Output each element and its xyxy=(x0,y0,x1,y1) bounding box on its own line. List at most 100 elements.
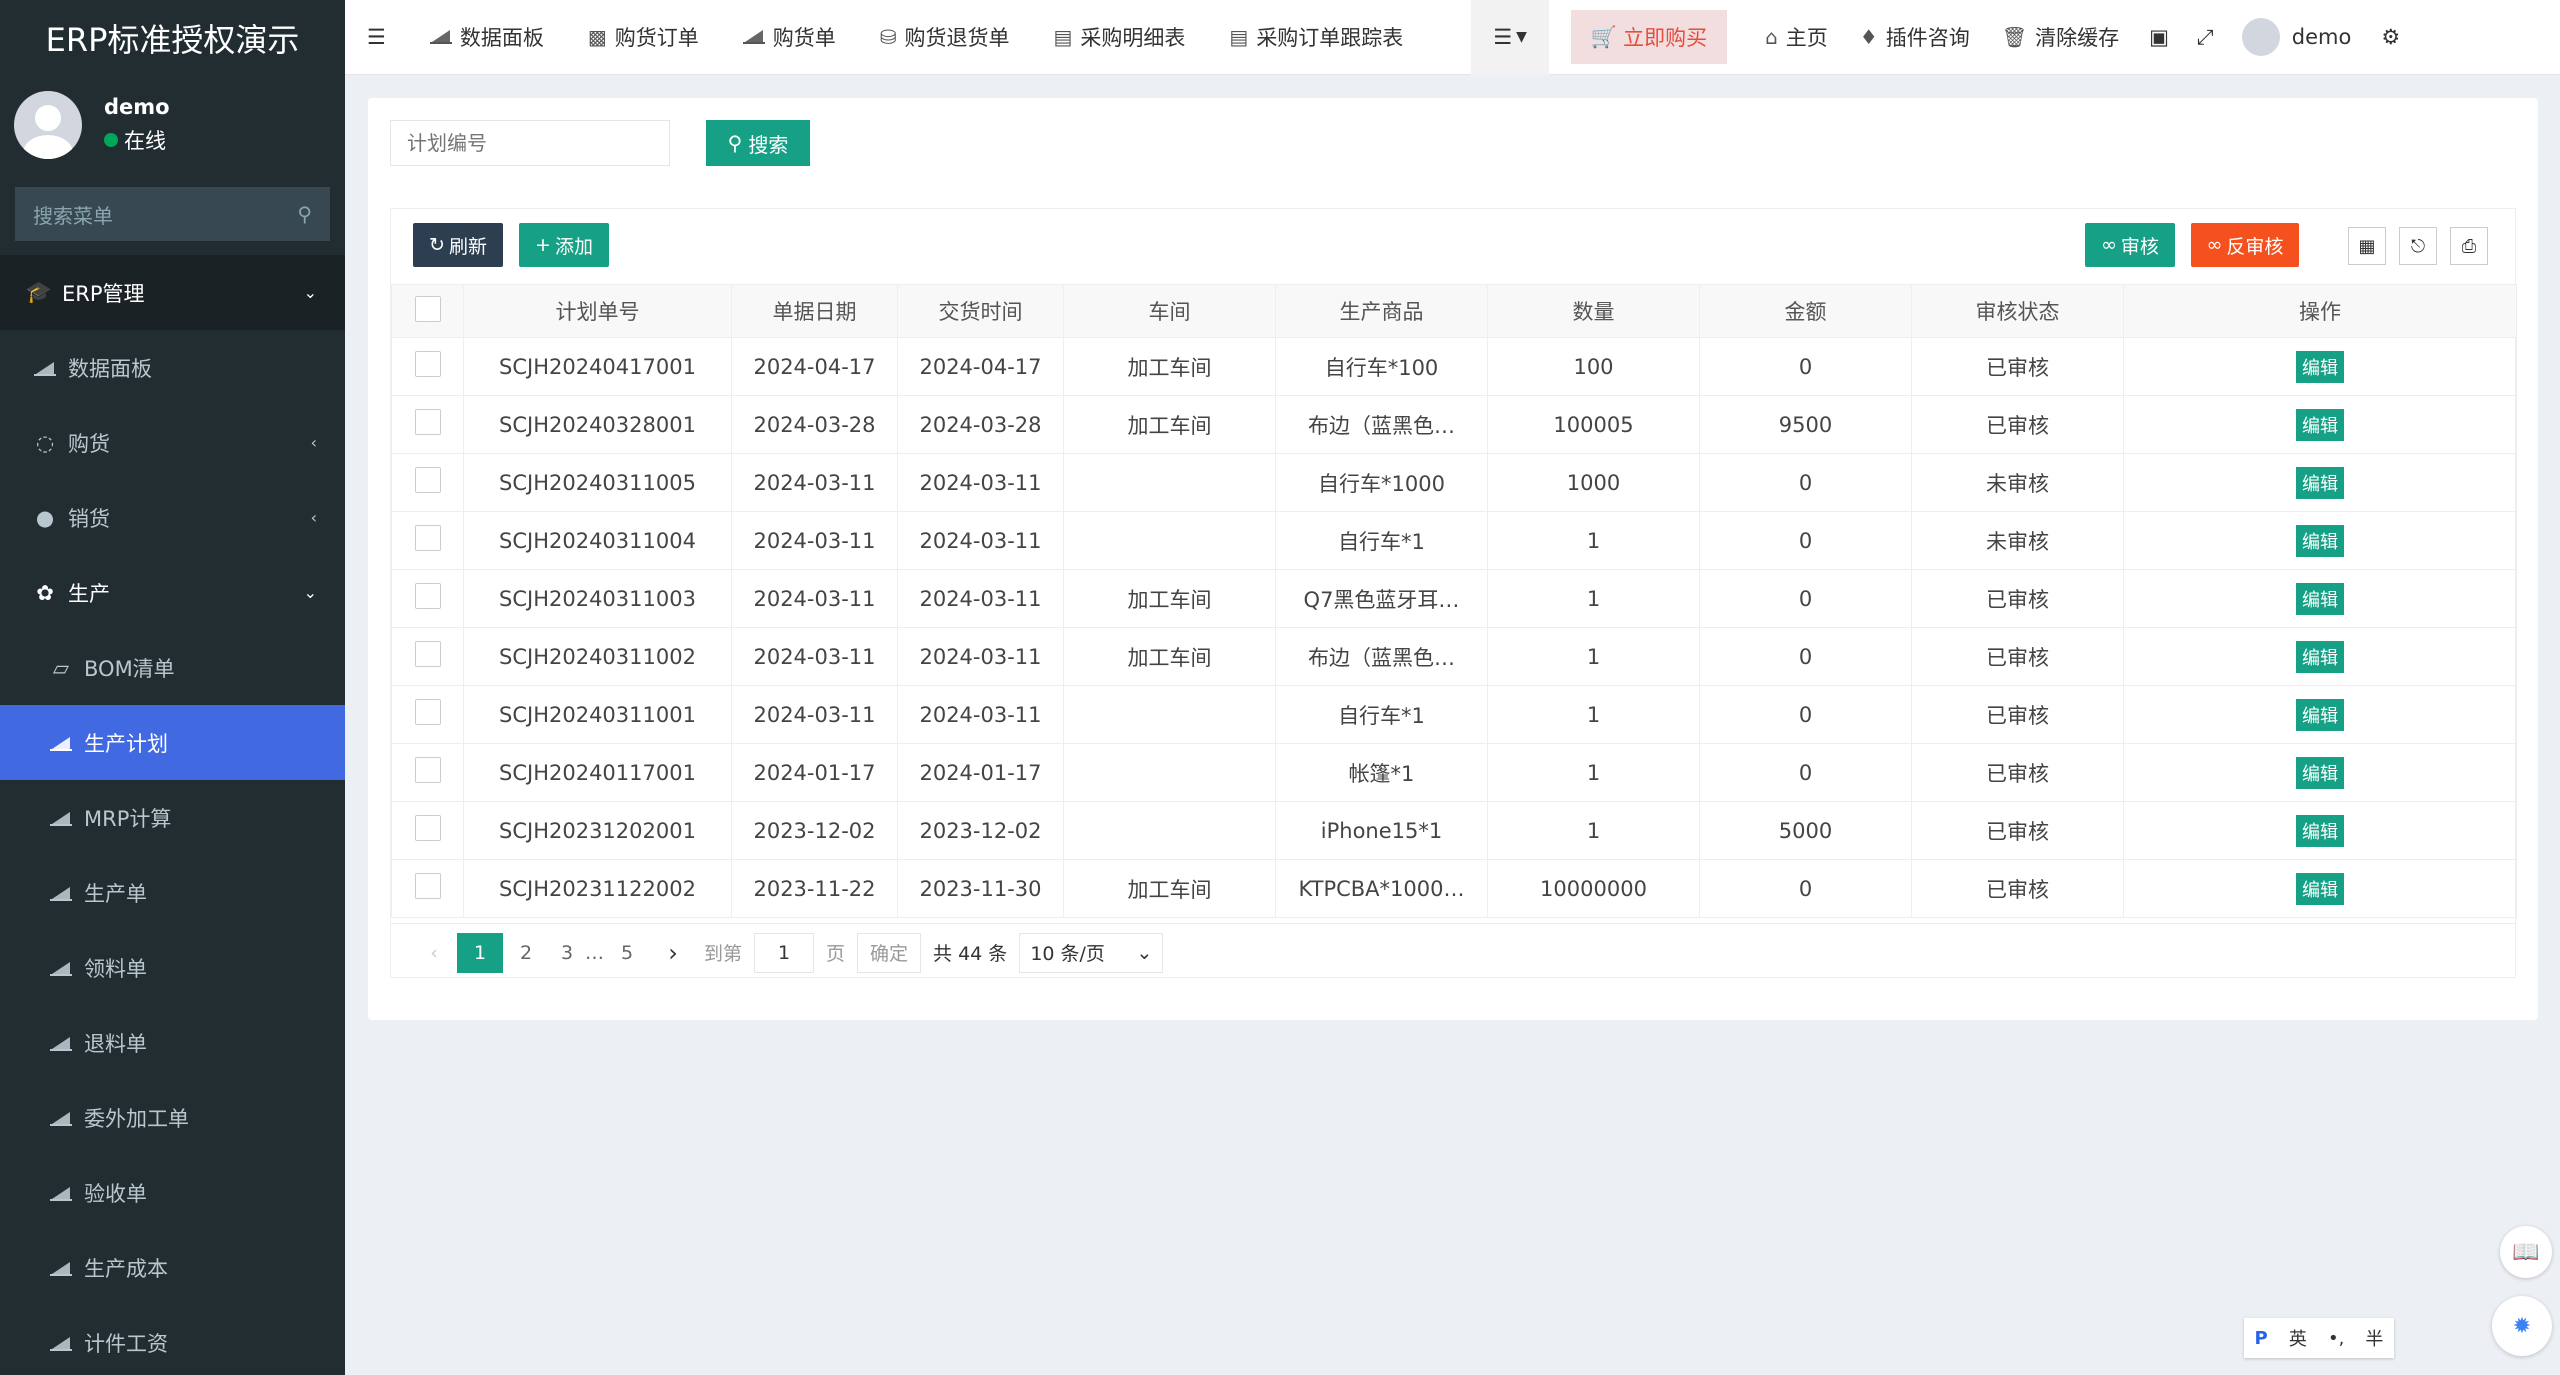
sidebar-item-production-order[interactable]: 生产单 xyxy=(0,855,345,930)
row-checkbox[interactable] xyxy=(414,525,441,551)
ime-punct[interactable]: •, xyxy=(2328,1328,2344,1349)
goto-page-input[interactable]: 1 xyxy=(754,932,815,973)
ai-assistant-button[interactable]: ✹ xyxy=(2492,1296,2552,1356)
next-page-icon[interactable]: › xyxy=(650,933,696,973)
edit-button[interactable]: 编辑 xyxy=(2296,814,2344,847)
sidebar-item-piece-wage[interactable]: 计件工资 xyxy=(0,1305,345,1375)
sidebar-item-outsourcing[interactable]: 委外加工单 xyxy=(0,1080,345,1155)
page-1[interactable]: 1 xyxy=(457,932,503,973)
menu-icon[interactable]: ☰ xyxy=(367,25,386,49)
table-row[interactable]: SCJH20240311005 2024-03-11 2024-03-11 自行车*1… xyxy=(391,453,2517,512)
row-checkbox[interactable] xyxy=(414,757,441,783)
tabs-dropdown-button[interactable]: ☰ ▼ xyxy=(1471,0,1549,75)
tab-dashboard[interactable]: 数据面板 xyxy=(408,0,566,75)
page-3[interactable]: 3 xyxy=(549,933,585,973)
menu-search-input[interactable]: 搜索菜单 ⚲ xyxy=(15,187,330,241)
clear-cache-link[interactable]: 🗑 清除缓存 xyxy=(1986,0,2135,75)
select-all-checkbox[interactable] xyxy=(414,295,441,322)
page-size-select[interactable]: 10 条/页 ⌄ xyxy=(1019,932,1164,973)
settings-button[interactable]: ⚙ xyxy=(2365,0,2416,75)
sidebar-toggle-button[interactable]: ☰ xyxy=(345,0,408,75)
search-icon[interactable]: ⚲ xyxy=(297,202,312,226)
sidebar-item-production-cost[interactable]: 生产成本 xyxy=(0,1230,345,1305)
row-checkbox[interactable] xyxy=(414,351,441,377)
table-row[interactable]: SCJH20240417001 2024-04-17 2024-04-17 加工车间自… xyxy=(391,337,2517,396)
apple-icon: ● xyxy=(35,505,55,530)
refresh-button[interactable]: ↻ 刷新 xyxy=(413,223,503,267)
row-checkbox[interactable] xyxy=(414,873,441,899)
row-checkbox[interactable] xyxy=(414,699,441,725)
print-button[interactable]: ⎙ xyxy=(2450,227,2488,265)
add-button[interactable]: + 添加 xyxy=(519,223,609,267)
sidebar-item-bom[interactable]: ▱ BOM清单 xyxy=(0,630,345,705)
table-row[interactable]: SCJH20240311004 2024-03-11 2024-03-11 自行车*1… xyxy=(391,511,2517,570)
sidebar-item-return-material[interactable]: 退料单 xyxy=(0,1005,345,1080)
col-workshop[interactable]: 车间 xyxy=(1063,284,1276,338)
row-checkbox[interactable] xyxy=(414,815,441,841)
search-button[interactable]: ⚲ 搜索 xyxy=(706,120,810,166)
col-amount[interactable]: 金额 xyxy=(1699,284,1912,338)
table-row[interactable]: SCJH20231122002 2023-11-22 2023-11-30 加工车间 K… xyxy=(391,859,2517,918)
table-row[interactable]: SCJH20240311002 2024-03-11 2024-03-11 加工车间布… xyxy=(391,627,2517,686)
edit-button[interactable]: 编辑 xyxy=(2296,466,2344,499)
col-plan-no[interactable]: 计划单号 xyxy=(463,284,732,338)
export-button[interactable]: ⎋ xyxy=(2399,227,2437,265)
edit-button[interactable]: 编辑 xyxy=(2296,756,2344,789)
tab-purchase-return[interactable]: ⛁ 购货退货单 xyxy=(858,0,1032,75)
sidebar-item-mrp[interactable]: MRP计算 xyxy=(0,780,345,855)
prev-page-icon[interactable]: ‹ xyxy=(411,933,457,973)
sidebar-item-picking[interactable]: 领料单 xyxy=(0,930,345,1005)
ime-width[interactable]: 半 xyxy=(2365,1325,2383,1351)
tab-purchase-order[interactable]: ▩ 购货订单 xyxy=(566,0,721,75)
table-row[interactable]: SCJH20240311001 2024-03-11 2024-03-11 自行车*1… xyxy=(391,685,2517,744)
table-row[interactable]: SCJH20240328001 2024-03-28 2024-03-28 加工车间布… xyxy=(391,395,2517,454)
buy-now-button[interactable]: 🛒 立即购买 xyxy=(1570,10,1728,64)
col-doc-date[interactable]: 单据日期 xyxy=(731,284,898,338)
edit-button[interactable]: 编辑 xyxy=(2296,408,2344,441)
manual-button[interactable]: 📖 xyxy=(2500,1226,2552,1278)
row-checkbox[interactable] xyxy=(414,409,441,435)
edit-button[interactable]: 编辑 xyxy=(2296,872,2344,905)
sidebar-item-production-plan[interactable]: 生产计划 xyxy=(0,705,345,780)
row-checkbox[interactable] xyxy=(414,641,441,667)
edit-button[interactable]: 编辑 xyxy=(2296,698,2344,731)
edit-button[interactable]: 编辑 xyxy=(2296,640,2344,673)
page-2[interactable]: 2 xyxy=(503,933,549,973)
tab-purchase-tracking[interactable]: ▤ 采购订单跟踪表 xyxy=(1207,0,1425,75)
edit-button[interactable]: 编辑 xyxy=(2296,524,2344,557)
row-checkbox[interactable] xyxy=(414,583,441,609)
table-row[interactable]: SCJH20240311003 2024-03-11 2024-03-11 加工车间 Q… xyxy=(391,569,2517,628)
sidebar-item-acceptance[interactable]: 验收单 xyxy=(0,1155,345,1230)
edit-button[interactable]: 编辑 xyxy=(2296,350,2344,383)
sidebar-item-erp[interactable]: 🎓 ERP管理 ⌄ xyxy=(0,255,345,330)
language-button[interactable]: ▣ xyxy=(2135,0,2183,75)
edit-button[interactable]: 编辑 xyxy=(2296,582,2344,615)
col-audit-status[interactable]: 审核状态 xyxy=(1911,284,2124,338)
plan-number-search-input[interactable] xyxy=(390,120,670,166)
page-5[interactable]: 5 xyxy=(604,933,650,973)
sidebar-item-production[interactable]: ✿ 生产 ⌄ xyxy=(0,555,345,630)
user-menu[interactable]: demo xyxy=(2228,0,2366,75)
col-delivery-date[interactable]: 交货时间 xyxy=(897,284,1064,338)
plus-icon: + xyxy=(535,234,551,256)
goto-confirm-button[interactable]: 确定 xyxy=(857,932,922,973)
table-row[interactable]: SCJH20231202001 2023-12-02 2023-12-02 iPhon… xyxy=(391,801,2517,860)
ime-mode[interactable]: 英 xyxy=(2289,1325,2307,1351)
audit-button[interactable]: ∞ 审核 xyxy=(2085,223,2175,267)
unaudit-button[interactable]: ∞ 反审核 xyxy=(2191,223,2299,267)
table-row[interactable]: SCJH20240117001 2024-01-17 2024-01-17 帐篷*1 1… xyxy=(391,743,2517,802)
sidebar-item-dashboard[interactable]: 数据面板 xyxy=(0,330,345,405)
plugin-consult-link[interactable]: ♦ 插件咨询 xyxy=(1844,0,1986,75)
fullscreen-button[interactable]: ⤢ xyxy=(2183,0,2228,75)
sidebar-item-purchase[interactable]: ◌ 购货 ‹ xyxy=(0,405,345,480)
sidebar-item-sales[interactable]: ● 销货 ‹ xyxy=(0,480,345,555)
col-quantity[interactable]: 数量 xyxy=(1487,284,1700,338)
row-checkbox[interactable] xyxy=(414,467,441,493)
column-filter-button[interactable]: ▦ xyxy=(2348,227,2386,265)
col-product[interactable]: 生产商品 xyxy=(1275,284,1488,338)
tab-purchase-detail[interactable]: ▤ 采购明细表 xyxy=(1032,0,1208,75)
tab-purchase-receipt[interactable]: 购货单 xyxy=(721,0,858,75)
ime-toolbar: P 英 •, 半 xyxy=(2244,1318,2394,1358)
cell-product: 帐篷*1 xyxy=(1275,743,1488,802)
home-link[interactable]: ⌂ 主页 xyxy=(1749,0,1844,75)
